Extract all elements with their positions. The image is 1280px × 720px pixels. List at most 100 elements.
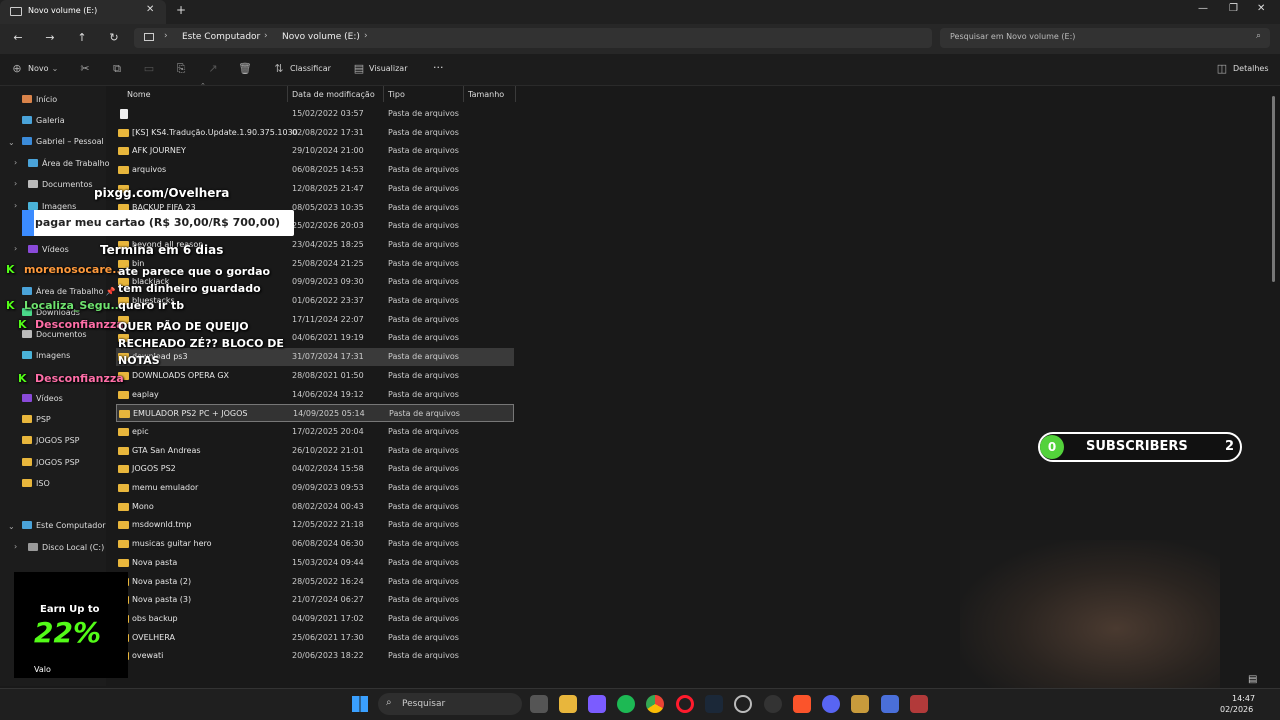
chevron-right-icon[interactable]: › [14, 542, 17, 551]
file-row[interactable]: Mono 08/02/2024 00:43 Pasta de arquivos [116, 498, 514, 516]
view-button[interactable]: Visualizar [369, 64, 408, 73]
sidebar-item-disk-c[interactable]: Disco Local (C:) [28, 543, 104, 557]
taskbar-search[interactable]: ⌕ Pesquisar [378, 693, 522, 715]
details-pane-icon[interactable]: ◫ [1215, 62, 1229, 76]
column-divider[interactable] [287, 86, 288, 102]
column-divider[interactable] [515, 86, 516, 102]
quick-access-jogos-psp-2[interactable]: JOGOS PSP [22, 458, 80, 472]
quick-access-psp[interactable]: PSP [22, 415, 51, 429]
rename-icon[interactable]: ⎘ [174, 62, 188, 76]
quick-access-jogos-psp[interactable]: JOGOS PSP [22, 436, 80, 450]
file-row[interactable]: 15/02/2022 03:57 Pasta de arquivos [116, 105, 514, 123]
file-row[interactable]: eaplay 14/06/2024 19:12 Pasta de arquivos [116, 386, 514, 404]
app-icon[interactable] [764, 695, 782, 713]
tab-novo-volume[interactable]: Novo volume (E:) ✕ [0, 0, 166, 24]
brave-icon[interactable] [793, 695, 811, 713]
more-options-button[interactable]: ··· [433, 61, 444, 74]
file-row[interactable]: Nova pasta (2) 28/05/2022 16:24 Pasta de a… [116, 573, 514, 591]
league-icon[interactable] [851, 695, 869, 713]
search-box[interactable]: Pesquisar em Novo volume (E:) ⌕ [940, 28, 1270, 48]
discord-icon[interactable] [822, 695, 840, 713]
chrome-icon[interactable] [646, 695, 664, 713]
spotify-icon[interactable] [617, 695, 635, 713]
file-row[interactable]: DOWNLOADS OPERA GX 28/08/2021 01:50 Pasta … [116, 367, 514, 385]
chevron-right-icon[interactable]: › [14, 244, 17, 253]
chevron-right-icon[interactable]: › [14, 179, 17, 188]
column-header-type[interactable]: Tipo [388, 90, 405, 99]
forward-icon[interactable]: → [42, 30, 58, 46]
obs-icon[interactable] [734, 695, 752, 713]
sidebar-item-desktop[interactable]: Área de Trabalho [28, 159, 110, 173]
breadcrumb-this-pc[interactable]: Este Computador [182, 32, 260, 42]
quick-access-images[interactable]: Imagens [22, 351, 70, 365]
copy-icon[interactable]: ⧉ [110, 62, 124, 76]
search-input[interactable]: Pesquisar em Novo volume (E:) [950, 32, 1075, 41]
quick-access-iso[interactable]: ISO [22, 479, 50, 493]
file-explorer-icon[interactable] [559, 695, 577, 713]
chevron-down-icon[interactable]: ⌄ [8, 522, 15, 531]
sort-button[interactable]: Classificar [290, 64, 331, 73]
column-header-size[interactable]: Tamanho [468, 90, 504, 99]
new-tab-button[interactable]: + [176, 3, 186, 17]
sidebar-item-home[interactable]: Início [22, 95, 57, 109]
steam-icon[interactable] [705, 695, 723, 713]
cut-icon[interactable]: ✂ [78, 62, 92, 76]
file-row[interactable]: GTA San Andreas 26/10/2022 21:01 Pasta de … [116, 442, 514, 460]
sidebar-item-documents[interactable]: Documentos [28, 180, 93, 194]
close-window-icon[interactable]: ✕ [1257, 3, 1265, 14]
sidebar-item-this-pc[interactable]: Este Computador [22, 521, 106, 535]
close-tab-icon[interactable]: ✕ [146, 4, 154, 15]
task-view-icon[interactable] [530, 695, 548, 713]
clock-time[interactable]: 14:47 [1232, 694, 1255, 703]
sidebar-item-videos[interactable]: Vídeos [28, 245, 69, 259]
column-divider[interactable] [383, 86, 384, 102]
paste-icon[interactable]: ▭ [142, 62, 156, 76]
delete-icon[interactable]: 🗑 [238, 62, 252, 76]
file-row[interactable]: musicas guitar hero 06/08/2024 06:30 Pasta… [116, 535, 514, 553]
minimize-icon[interactable]: — [1198, 3, 1208, 14]
column-header-name[interactable]: Nome [127, 90, 151, 99]
column-divider[interactable] [463, 86, 464, 102]
chevron-right-icon[interactable]: › [14, 158, 17, 167]
view-icon[interactable]: ▤ [352, 62, 366, 76]
details-button[interactable]: Detalhes [1233, 64, 1269, 73]
column-header-date[interactable]: Data de modificação [292, 90, 375, 99]
file-row[interactable]: msdownld.tmp 12/05/2022 21:18 Pasta de arq… [116, 516, 514, 534]
app-grid-icon[interactable] [588, 695, 606, 713]
file-row[interactable]: epic 17/02/2025 20:04 Pasta de arquivos [116, 423, 514, 441]
new-button[interactable]: Novo [28, 64, 49, 73]
file-row[interactable]: obs backup 04/09/2021 17:02 Pasta de arqui… [116, 610, 514, 628]
maximize-icon[interactable]: ❐ [1229, 3, 1238, 14]
clock-date[interactable]: 02/2026 [1220, 705, 1253, 714]
grid-view-icon[interactable]: ▤ [1248, 674, 1257, 685]
file-row[interactable]: JOGOS PS2 04/02/2024 15:58 Pasta de arquiv… [116, 460, 514, 478]
file-row[interactable]: AFK JOURNEY 29/10/2024 21:00 Pasta de arqu… [116, 142, 514, 160]
app-icon[interactable] [910, 695, 928, 713]
breadcrumb-volume[interactable]: Novo volume (E:) [282, 32, 360, 42]
back-icon[interactable]: ← [10, 30, 26, 46]
up-icon[interactable]: ↑ [74, 30, 90, 46]
file-row[interactable]: memu emulador 09/09/2023 09:53 Pasta de ar… [116, 479, 514, 497]
new-icon[interactable]: ⊕ [10, 62, 24, 76]
file-row[interactable]: [KS] KS4.Tradução.Update.1.90.375.1030 02… [116, 124, 514, 142]
quick-access-videos[interactable]: Vídeos [22, 394, 63, 408]
share-icon[interactable]: ↗ [206, 62, 220, 76]
chevron-right-icon[interactable]: › [14, 201, 17, 210]
file-row[interactable]: Nova pasta (3) 21/07/2024 06:27 Pasta de a… [116, 591, 514, 609]
sidebar-item-onedrive[interactable]: Gabriel – Pessoal [22, 137, 104, 151]
scrollbar-thumb[interactable] [1272, 96, 1275, 282]
app-icon[interactable] [881, 695, 899, 713]
windows-start-icon[interactable] [352, 696, 368, 712]
address-bar[interactable]: › Este Computador › Novo volume (E:) › [134, 28, 932, 48]
chevron-down-icon[interactable]: ⌄ [8, 138, 15, 147]
sidebar-item-gallery[interactable]: Galeria [22, 116, 65, 130]
quick-access-documents[interactable]: Documentos [22, 330, 87, 344]
file-row[interactable]: EMULADOR PS2 PC + JOGOS 14/09/2025 05:14 P… [116, 404, 514, 423]
file-row[interactable]: arquivos 06/08/2025 14:53 Pasta de arquivo… [116, 161, 514, 179]
file-row[interactable]: OVELHERA 25/06/2021 17:30 Pasta de arquivo… [116, 629, 514, 647]
sort-icon[interactable]: ⇅ [272, 62, 286, 76]
file-row[interactable]: Nova pasta 15/03/2024 09:44 Pasta de arqui… [116, 554, 514, 572]
opera-icon[interactable] [676, 695, 694, 713]
file-row[interactable]: ovewati 20/06/2023 18:22 Pasta de arquivos [116, 647, 514, 665]
refresh-icon[interactable]: ↻ [106, 30, 122, 46]
